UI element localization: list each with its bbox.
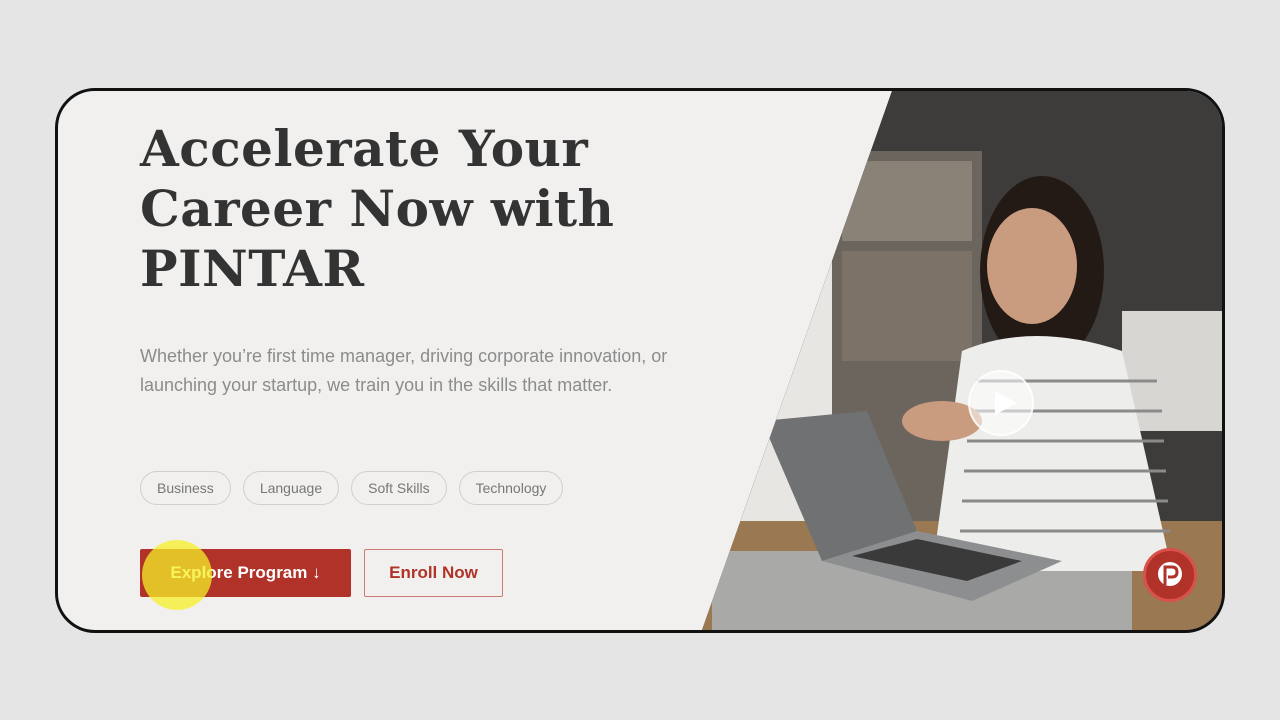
hero-photo	[702, 91, 1222, 630]
category-tags: Business Language Soft Skills Technology	[140, 471, 564, 505]
hero-description: Whether you’re first time manager, drivi…	[140, 346, 668, 395]
hero-title: Accelerate Your Career Now with PINTAR	[140, 119, 615, 298]
play-video-button[interactable]	[968, 370, 1034, 436]
tag-soft-skills[interactable]: Soft Skills	[351, 471, 447, 505]
chat-button[interactable]	[1143, 548, 1197, 602]
explore-program-button[interactable]: Explore Program ↓	[140, 549, 351, 597]
play-icon	[995, 391, 1017, 415]
tag-technology[interactable]: Technology	[458, 471, 564, 505]
hero-section: Accelerate Your Career Now with PINTAR W…	[55, 88, 1225, 633]
enroll-now-button[interactable]: Enroll Now	[364, 549, 503, 597]
tag-language[interactable]: Language	[242, 471, 340, 505]
tag-business[interactable]: Business	[140, 471, 231, 505]
pintar-chat-icon	[1158, 562, 1182, 586]
